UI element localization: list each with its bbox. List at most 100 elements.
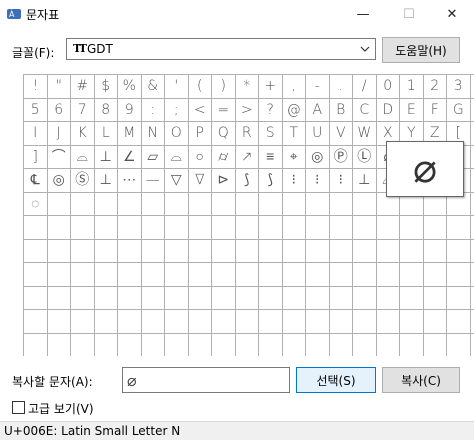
character-cell[interactable] bbox=[423, 216, 447, 240]
character-cell[interactable]: O bbox=[165, 122, 189, 146]
character-cell[interactable]: ⊥ bbox=[94, 169, 118, 193]
character-cell[interactable] bbox=[47, 286, 71, 310]
character-cell[interactable]: R bbox=[235, 122, 259, 146]
character-cell[interactable] bbox=[376, 310, 400, 334]
character-cell[interactable]: ⊳ bbox=[212, 169, 236, 193]
character-cell[interactable]: ∇ bbox=[188, 169, 212, 193]
character-cell[interactable]: 8 bbox=[94, 98, 118, 122]
character-cell[interactable] bbox=[118, 310, 142, 334]
character-cell[interactable] bbox=[94, 310, 118, 334]
character-cell[interactable] bbox=[71, 333, 95, 356]
character-cell[interactable] bbox=[188, 310, 212, 334]
character-cell[interactable]: ▽ bbox=[165, 169, 189, 193]
character-cell[interactable]: ↗ bbox=[235, 145, 259, 169]
character-cell[interactable] bbox=[188, 286, 212, 310]
character-cell[interactable]: W bbox=[353, 122, 377, 146]
character-cell[interactable] bbox=[353, 192, 377, 216]
character-cell[interactable]: \ bbox=[470, 122, 474, 146]
character-cell[interactable] bbox=[165, 286, 189, 310]
character-cell[interactable] bbox=[95, 333, 118, 356]
character-cell[interactable]: 6 bbox=[47, 98, 71, 122]
character-cell[interactable] bbox=[447, 216, 471, 240]
character-cell[interactable]: , bbox=[282, 75, 306, 99]
character-cell[interactable] bbox=[188, 239, 212, 263]
character-cell[interactable] bbox=[423, 286, 447, 310]
character-cell[interactable] bbox=[282, 310, 306, 334]
character-cell[interactable]: ◌ bbox=[24, 192, 48, 216]
character-cell[interactable]: ≡ bbox=[259, 145, 283, 169]
character-cell[interactable] bbox=[141, 310, 165, 334]
character-cell[interactable]: 0 bbox=[376, 75, 400, 99]
characters-to-copy-input[interactable]: ⌀ bbox=[122, 367, 290, 393]
character-cell[interactable] bbox=[376, 239, 400, 263]
character-cell[interactable]: - bbox=[306, 75, 330, 99]
character-cell[interactable]: ] bbox=[24, 145, 48, 169]
character-cell[interactable] bbox=[165, 310, 189, 334]
maximize-button[interactable]: ☐ bbox=[386, 0, 432, 28]
character-cell[interactable]: I bbox=[24, 122, 48, 146]
character-cell[interactable] bbox=[329, 286, 353, 310]
character-cell[interactable]: ⟆ bbox=[235, 169, 259, 193]
character-cell[interactable] bbox=[259, 263, 283, 287]
character-cell[interactable]: Q bbox=[212, 122, 236, 146]
character-cell[interactable]: T bbox=[282, 122, 306, 146]
character-cell[interactable] bbox=[165, 333, 189, 356]
character-cell[interactable] bbox=[188, 263, 212, 287]
character-cell[interactable]: $ bbox=[94, 75, 118, 99]
character-cell[interactable]: K bbox=[71, 122, 95, 146]
character-cell[interactable] bbox=[259, 192, 283, 216]
character-cell[interactable]: 1 bbox=[400, 75, 424, 99]
character-cell[interactable] bbox=[447, 333, 471, 356]
character-cell[interactable] bbox=[118, 216, 142, 240]
character-cell[interactable] bbox=[188, 192, 212, 216]
character-cell[interactable]: & bbox=[141, 75, 165, 99]
character-cell[interactable] bbox=[282, 263, 306, 287]
character-cell[interactable]: Ⓛ bbox=[353, 145, 377, 169]
character-cell[interactable]: / bbox=[353, 75, 377, 99]
character-cell[interactable] bbox=[47, 263, 71, 287]
character-cell[interactable]: = bbox=[212, 98, 236, 122]
character-cell[interactable] bbox=[71, 263, 95, 287]
character-cell[interactable]: A bbox=[306, 98, 330, 122]
character-cell[interactable] bbox=[400, 239, 424, 263]
character-cell[interactable] bbox=[94, 192, 118, 216]
character-cell[interactable] bbox=[235, 263, 259, 287]
character-cell[interactable]: F bbox=[423, 98, 447, 122]
character-cell[interactable]: 7 bbox=[71, 98, 95, 122]
character-cell[interactable] bbox=[353, 310, 377, 334]
character-cell[interactable] bbox=[423, 310, 447, 334]
character-cell[interactable] bbox=[353, 263, 377, 287]
character-cell[interactable] bbox=[400, 333, 424, 356]
character-cell[interactable]: ? bbox=[259, 98, 283, 122]
character-cell[interactable] bbox=[212, 286, 236, 310]
character-cell[interactable] bbox=[235, 216, 259, 240]
character-cell[interactable] bbox=[212, 310, 236, 334]
character-cell[interactable] bbox=[212, 192, 236, 216]
character-cell[interactable]: D bbox=[376, 98, 400, 122]
character-cell[interactable] bbox=[470, 310, 474, 334]
character-cell[interactable]: ⌭ bbox=[212, 145, 236, 169]
character-cell[interactable] bbox=[71, 216, 95, 240]
character-cell[interactable]: ⟆ bbox=[259, 169, 283, 193]
character-cell[interactable] bbox=[212, 333, 236, 356]
character-cell[interactable] bbox=[306, 239, 330, 263]
character-cell[interactable] bbox=[24, 310, 48, 334]
character-cell[interactable] bbox=[48, 333, 71, 356]
character-cell[interactable] bbox=[282, 216, 306, 240]
character-cell[interactable] bbox=[235, 239, 259, 263]
character-cell[interactable]: ⊥ bbox=[94, 145, 118, 169]
character-cell[interactable] bbox=[329, 263, 353, 287]
character-cell[interactable] bbox=[165, 263, 189, 287]
character-cell[interactable]: < bbox=[188, 98, 212, 122]
character-cell[interactable] bbox=[259, 286, 283, 310]
character-cell[interactable] bbox=[376, 263, 400, 287]
character-cell[interactable]: > bbox=[235, 98, 259, 122]
character-cell[interactable]: 9 bbox=[118, 98, 142, 122]
character-cell[interactable] bbox=[94, 263, 118, 287]
character-cell[interactable] bbox=[306, 263, 330, 287]
character-cell[interactable]: % bbox=[118, 75, 142, 99]
character-cell[interactable]: 4 bbox=[470, 75, 474, 99]
character-cell[interactable] bbox=[47, 216, 71, 240]
character-cell[interactable] bbox=[94, 216, 118, 240]
character-cell[interactable]: ⊥ bbox=[353, 169, 377, 193]
